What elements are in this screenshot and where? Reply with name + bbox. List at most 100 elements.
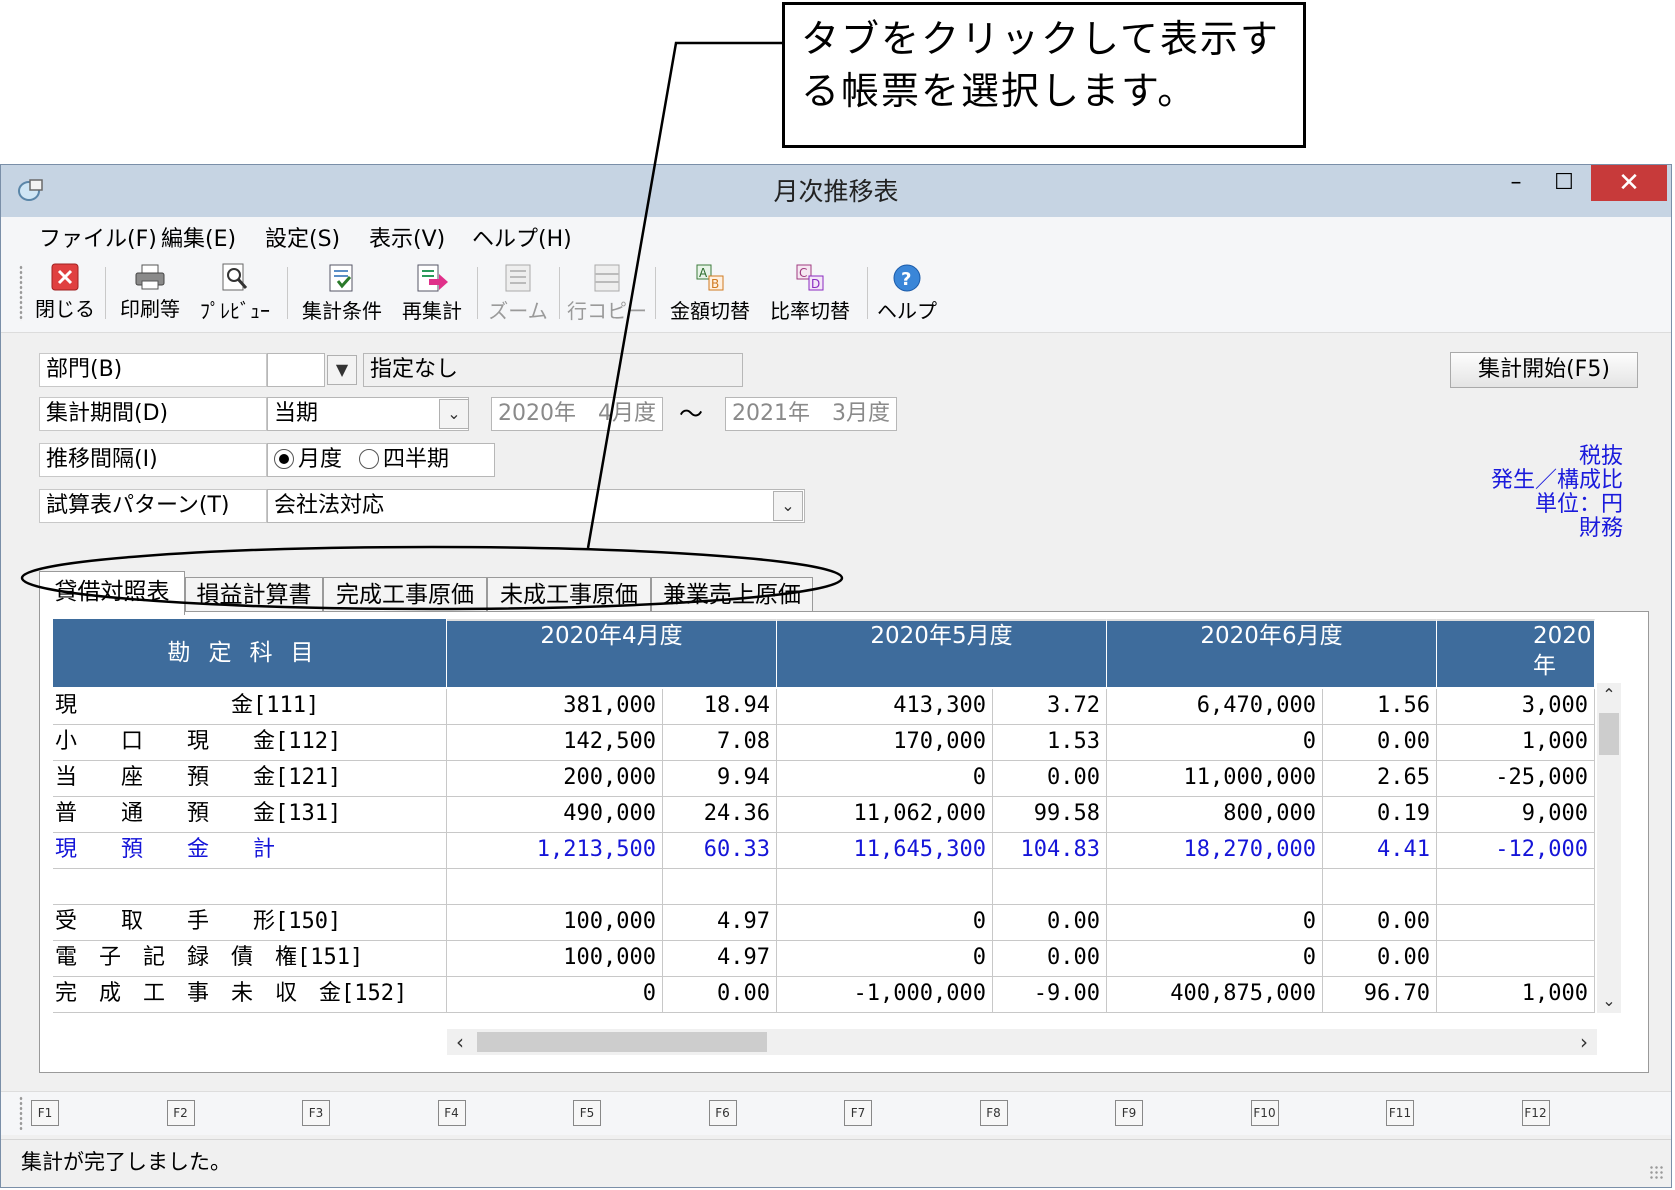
menu-view[interactable]: 表示(V) [369, 221, 445, 253]
vertical-scroll-thumb[interactable] [1599, 713, 1619, 755]
scroll-down-icon[interactable]: ⌄ [1599, 991, 1619, 1011]
period-to-field[interactable]: 2021年 3月度 [725, 397, 897, 431]
table-row[interactable]: 完 成 工 事 未 収 金[152] 0 0.00 -1,000,000 -9.00 40… [53, 977, 1595, 1013]
print-button[interactable]: 印刷等 [115, 257, 185, 329]
function-key-f12[interactable]: F12 [1521, 1100, 1550, 1126]
ratio-cell: 9.94 [663, 761, 777, 797]
title-bar[interactable]: 月次推移表 – ☐ ✕ [1, 165, 1671, 217]
conditions-button[interactable]: 集計条件 [297, 257, 387, 329]
menu-file[interactable]: ファイル(F) [39, 221, 157, 253]
pattern-select[interactable]: 会社法対応 [267, 489, 805, 523]
function-key-f1[interactable]: F1 [31, 1100, 59, 1126]
amount-cell [1437, 905, 1595, 941]
chevron-down-icon: ▼ [335, 360, 349, 379]
zoom-icon [505, 264, 531, 292]
help-button[interactable]: ? ヘルプ [877, 257, 937, 329]
table-row[interactable]: 小 口 現 金[112] 142,500 7.08 170,000 1.53 0 0.00 1… [53, 725, 1595, 761]
rowcopy-button[interactable]: 行コピー [567, 257, 647, 329]
tab-side-business-cost[interactable]: 兼業売上原価 [651, 577, 813, 613]
svg-text:D: D [811, 277, 820, 291]
dept-dropdown-button[interactable]: ▼ [327, 355, 357, 385]
amount-switch-button[interactable]: A B 金額切替 [665, 257, 755, 329]
rowcopy-icon [594, 264, 620, 292]
ratio-cell: 7.08 [663, 725, 777, 761]
table-row[interactable]: 現 預 金 計 1,213,500 60.33 11,645,300 104.83 18,… [53, 833, 1595, 869]
table-row[interactable]: 普 通 預 金[131] 490,000 24.36 11,062,000 99.58 8… [53, 797, 1595, 833]
table-row[interactable]: 電 子 記 録 債 権[151] 100,000 4.97 0 0.00 0 0.00 [53, 941, 1595, 977]
recalc-button[interactable]: 再集計 [397, 257, 467, 329]
function-key-f6[interactable]: F6 [708, 1100, 737, 1126]
month-header: 2020年5月度 [777, 619, 1107, 687]
ratio-cell: 4.41 [1323, 833, 1437, 869]
function-key-f8[interactable]: F8 [979, 1100, 1008, 1126]
resize-grip[interactable] [1649, 1165, 1665, 1181]
toolbar-separator [655, 267, 656, 319]
table-row[interactable]: 当 座 預 金[121] 200,000 9.94 0 0.00 11,000,000 2.… [53, 761, 1595, 797]
maximize-button[interactable]: ☐ [1536, 165, 1592, 201]
toolbar-grip[interactable] [19, 265, 23, 321]
tab-balance-sheet[interactable]: 貸借対照表 [39, 571, 185, 615]
pattern-dropdown-button[interactable]: ⌄ [773, 491, 803, 521]
amount-cell [447, 869, 663, 905]
conditions-label: 集計条件 [302, 299, 382, 323]
preview-button[interactable]: ﾌﾟﾚﾋﾞｭｰ [195, 257, 275, 329]
ratio-cell: 2.65 [1323, 761, 1437, 797]
amount-cell: 170,000 [777, 725, 993, 761]
period-dropdown-button[interactable]: ⌄ [439, 399, 469, 429]
function-key-f10[interactable]: F10 [1250, 1100, 1279, 1126]
radio-month[interactable] [274, 449, 294, 469]
recalc-icon [417, 264, 448, 292]
ratio-cell: 4.97 [663, 941, 777, 977]
account-name-cell: 現 金[111] [53, 689, 447, 725]
ratio-cell: 60.33 [663, 833, 777, 869]
info-ratio: 発生／構成比 [1490, 468, 1623, 493]
function-key-f3[interactable]: F3 [302, 1100, 330, 1126]
amount-cell: 100,000 [447, 941, 663, 977]
amount-cell: 11,645,300 [777, 833, 993, 869]
menu-help[interactable]: ヘルプ(H) [472, 221, 572, 253]
close-window-button[interactable]: ✕ [1591, 165, 1667, 201]
horizontal-scroll-thumb[interactable] [477, 1032, 767, 1052]
function-key-f9[interactable]: F9 [1115, 1100, 1143, 1126]
scroll-right-icon[interactable]: › [1571, 1029, 1597, 1055]
ratio-cell: 96.70 [1323, 977, 1437, 1013]
account-name-cell: 受 取 手 形[150] [53, 905, 447, 941]
amount-cell [1437, 941, 1595, 977]
close-button[interactable]: 閉じる [35, 257, 95, 329]
table-row[interactable]: 受 取 手 形[150] 100,000 4.97 0 0.00 0 0.00 [53, 905, 1595, 941]
radio-quarter[interactable] [359, 449, 380, 469]
menu-edit[interactable]: 編集(E) [161, 221, 236, 253]
scroll-left-icon[interactable]: ‹ [447, 1029, 473, 1055]
tab-uncompleted-construction-cost[interactable]: 未成工事原価 [487, 577, 651, 613]
ratio-switch-button[interactable]: C D 比率切替 [765, 257, 855, 329]
tab-income-statement[interactable]: 損益計算書 [185, 577, 323, 613]
horizontal-scrollbar[interactable]: ‹ › [447, 1029, 1597, 1055]
function-key-f5[interactable]: F5 [573, 1100, 601, 1126]
amount-cell: -25,000 [1437, 761, 1595, 797]
amount-cell: 18,270,000 [1107, 833, 1323, 869]
svg-text:?: ? [901, 269, 911, 290]
vertical-scrollbar[interactable]: ⌃ ⌄ [1597, 683, 1621, 1013]
zoom-button[interactable]: ズーム [487, 257, 549, 329]
table-row[interactable] [53, 869, 1595, 905]
function-key-f11[interactable]: F11 [1386, 1100, 1414, 1126]
tab-completed-construction-cost[interactable]: 完成工事原価 [323, 577, 487, 613]
close-label: 閉じる [35, 297, 95, 321]
function-key-f4[interactable]: F4 [437, 1100, 466, 1126]
ratio-cell: 0.00 [1323, 725, 1437, 761]
toolbar-separator [477, 267, 478, 319]
window-title: 月次推移表 [773, 177, 899, 206]
dept-code-input[interactable] [267, 353, 325, 387]
table-row[interactable]: 現 金[111] 381,000 18.94 413,300 3.72 6,470,000… [53, 689, 1595, 725]
period-from-field[interactable]: 2020年 4月度 [491, 397, 663, 431]
menu-settings[interactable]: 設定(S) [265, 221, 340, 253]
ratio-cell: 0.00 [1323, 941, 1437, 977]
start-aggregation-button[interactable]: 集計開始(F5) [1450, 352, 1638, 388]
fkey-bar-grip[interactable] [19, 1096, 23, 1130]
function-key-f7[interactable]: F7 [844, 1100, 872, 1126]
rowcopy-label: 行コピー [567, 299, 647, 323]
amount-cell: 0 [777, 761, 993, 797]
function-key-f2[interactable]: F2 [166, 1100, 195, 1126]
scroll-up-icon[interactable]: ⌃ [1599, 685, 1619, 705]
ratio-cell: 104.83 [993, 833, 1107, 869]
